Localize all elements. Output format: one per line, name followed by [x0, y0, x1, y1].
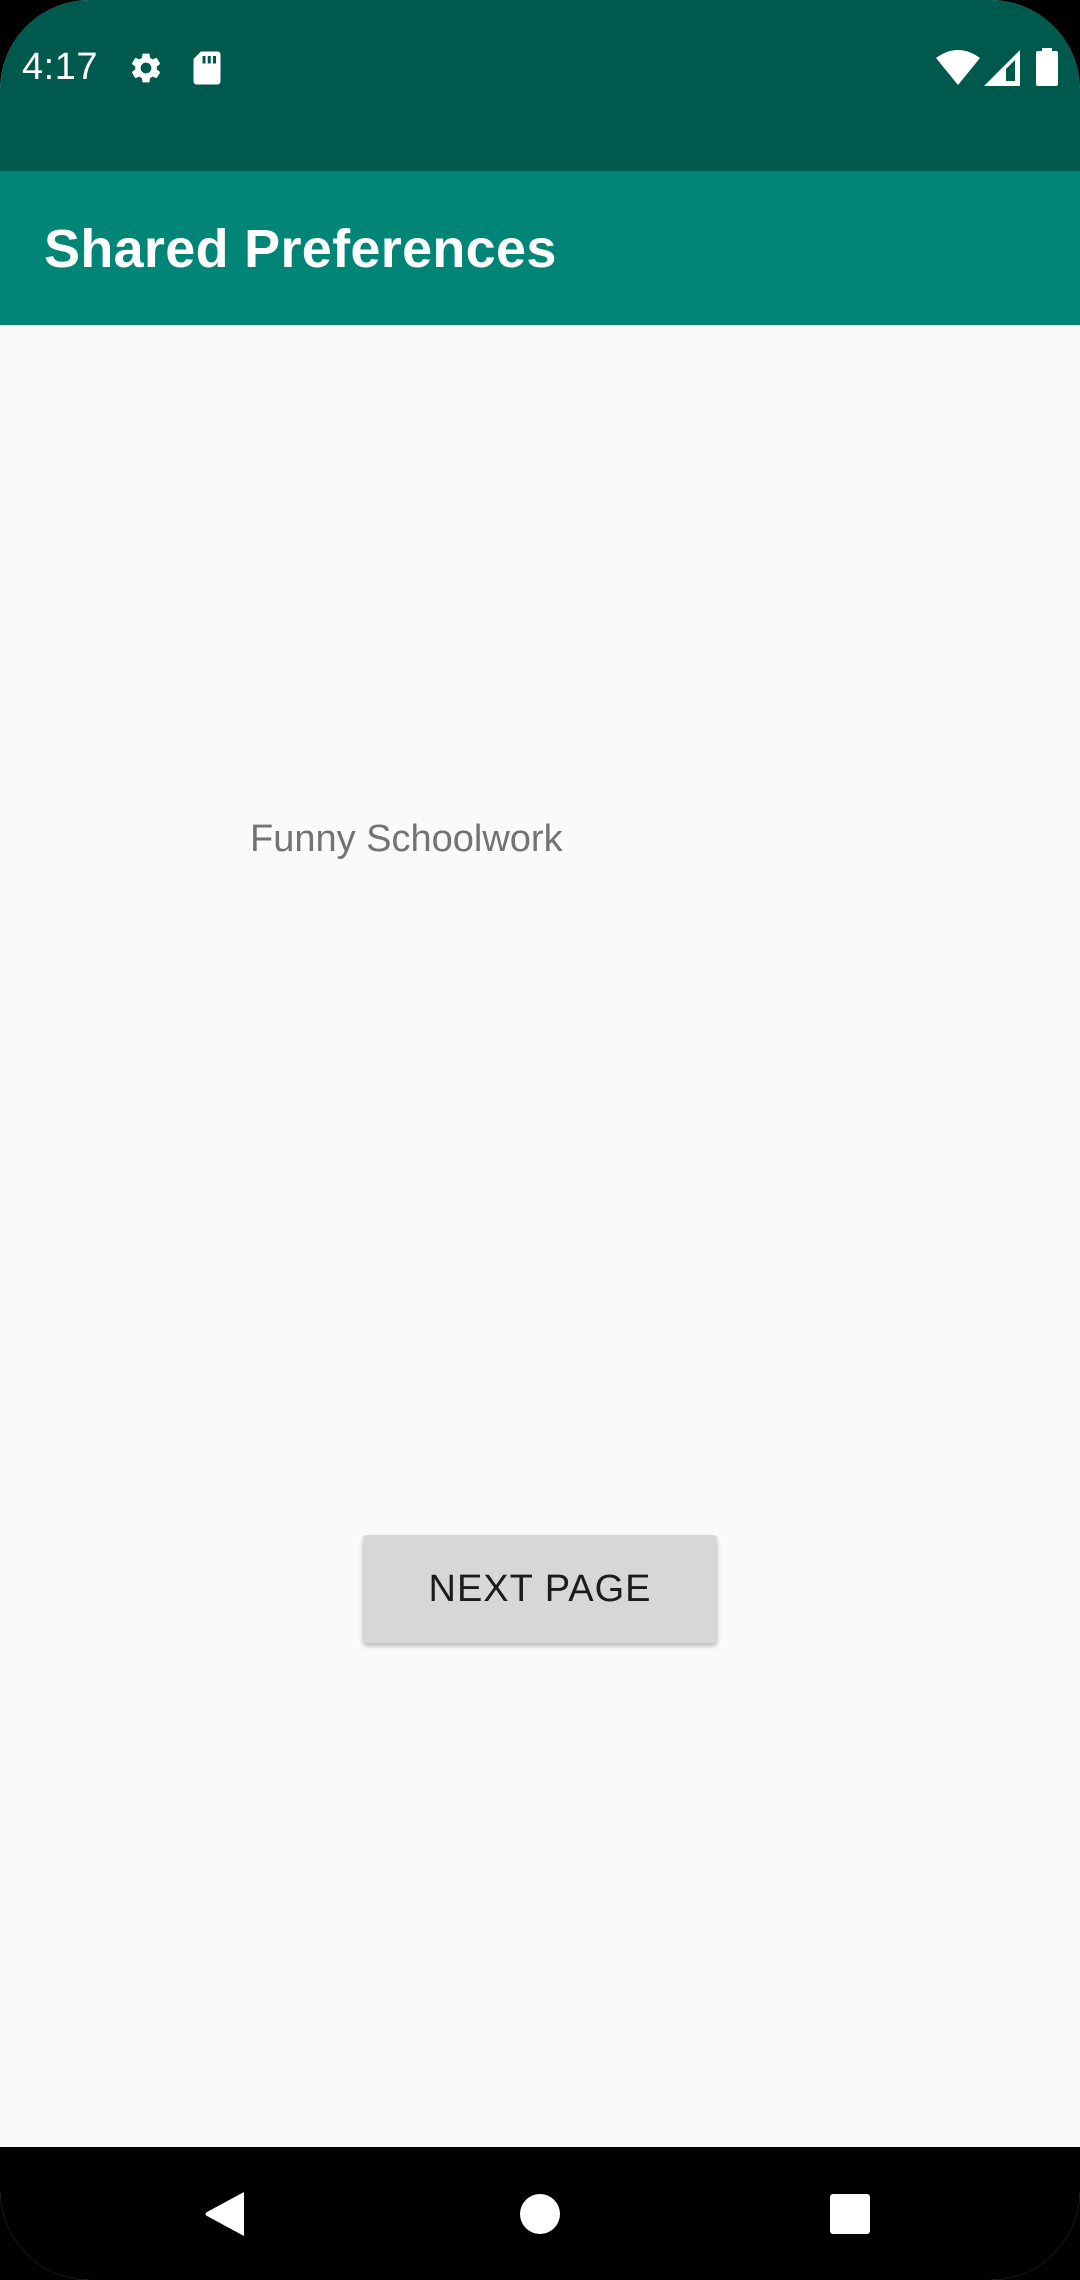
app-bar: Shared Preferences	[0, 171, 1080, 325]
funny-schoolwork-label: Funny Schoolwork	[250, 818, 563, 860]
back-icon	[205, 2191, 244, 2236]
home-button[interactable]	[480, 2147, 600, 2280]
app-title: Shared Preferences	[44, 219, 557, 279]
recents-button[interactable]	[790, 2147, 910, 2280]
sd-card-icon	[193, 51, 221, 85]
navigation-bar	[0, 2147, 1080, 2280]
cell-signal-icon	[984, 50, 1020, 86]
next-page-button[interactable]: NEXT PAGE	[363, 1535, 717, 1643]
status-bar: 4:17	[0, 0, 1080, 171]
status-time: 4:17	[22, 46, 98, 88]
home-icon	[520, 2193, 560, 2234]
settings-gear-icon	[131, 53, 161, 83]
back-button[interactable]	[166, 2147, 286, 2280]
wifi-icon	[936, 50, 980, 85]
main-content: Funny Schoolwork NEXT PAGE	[0, 325, 1080, 2147]
battery-icon	[1036, 48, 1058, 86]
phone-screen: 4:17 Shared Preferences Funny Schoolwork…	[0, 0, 1080, 2280]
recents-icon	[830, 2193, 870, 2234]
